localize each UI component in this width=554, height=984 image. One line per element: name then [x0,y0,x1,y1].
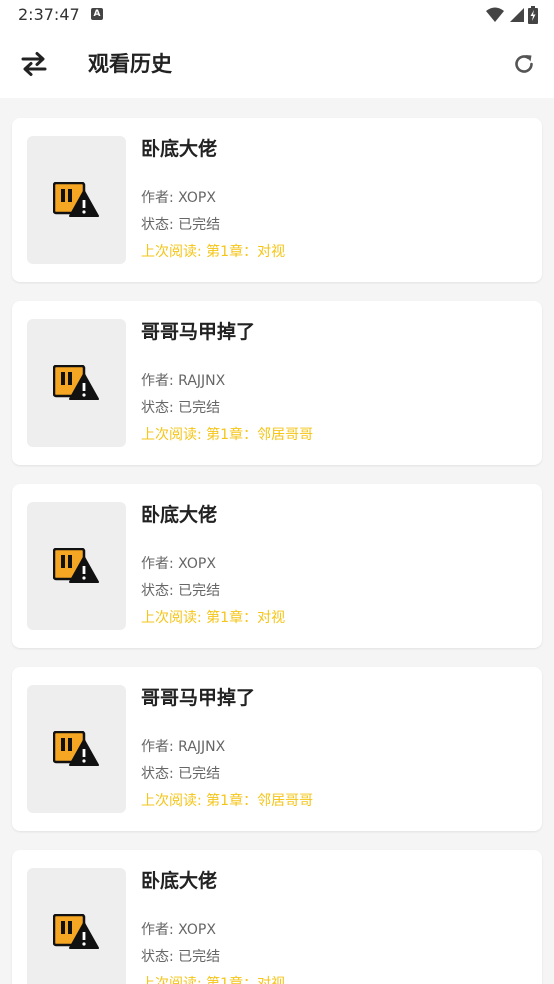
book-author: 作者: RAJJNX [141,739,226,755]
signal-icon [510,8,524,22]
cover-placeholder [27,868,126,984]
book-author: 作者: XOPX [141,190,216,206]
last-read-chapter: 上次阅读: 第1章：邻居哥哥 [141,793,314,809]
image-error-icon [53,914,99,949]
book-title: 卧底大佬 [141,138,218,160]
book-status: 状态: 已完结 [141,949,221,965]
status-icons [486,6,538,24]
battery-charging-icon [528,6,538,24]
book-title: 哥哥马甲掉了 [141,321,256,343]
last-read-chapter: 上次阅读: 第1章：对视 [141,610,286,626]
status-time: 2:37:47 [18,5,80,24]
refresh-icon[interactable] [512,52,536,76]
last-read-chapter: 上次阅读: 第1章：对视 [141,244,286,260]
cover-placeholder [27,685,126,813]
image-error-icon [53,182,99,217]
wifi-icon [486,7,504,22]
history-card[interactable]: 卧底大佬 作者: XOPX 状态: 已完结 上次阅读: 第1章：对视 [12,118,542,282]
image-error-icon [53,548,99,583]
cover-placeholder [27,319,126,447]
cover-placeholder [27,136,126,264]
history-card[interactable]: 卧底大佬 作者: XOPX 状态: 已完结 上次阅读: 第1章：对视 [12,484,542,648]
status-bar: 2:37:47 A [0,0,554,30]
swap-icon[interactable] [20,50,48,78]
image-error-icon [53,365,99,400]
book-title: 卧底大佬 [141,870,218,892]
book-status: 状态: 已完结 [141,400,221,416]
last-read-chapter: 上次阅读: 第1章：邻居哥哥 [141,427,314,443]
app-bar: 观看历史 [0,30,554,98]
book-author: 作者: RAJJNX [141,373,226,389]
book-status: 状态: 已完结 [141,217,221,233]
history-card[interactable]: 哥哥马甲掉了 作者: RAJJNX 状态: 已完结 上次阅读: 第1章：邻居哥哥 [12,667,542,831]
book-author: 作者: XOPX [141,922,216,938]
a-icon: A [91,8,103,20]
last-read-chapter: 上次阅读: 第1章：对视 [141,976,286,984]
image-error-icon [53,731,99,766]
history-list[interactable]: 卧底大佬 作者: XOPX 状态: 已完结 上次阅读: 第1章：对视 哥哥马甲掉… [0,98,554,984]
book-title: 卧底大佬 [141,504,218,526]
history-card[interactable]: 哥哥马甲掉了 作者: RAJJNX 状态: 已完结 上次阅读: 第1章：邻居哥哥 [12,301,542,465]
page-title: 观看历史 [88,52,172,76]
book-status: 状态: 已完结 [141,583,221,599]
book-status: 状态: 已完结 [141,766,221,782]
history-card[interactable]: 卧底大佬 作者: XOPX 状态: 已完结 上次阅读: 第1章：对视 [12,850,542,984]
cover-placeholder [27,502,126,630]
book-title: 哥哥马甲掉了 [141,687,256,709]
book-author: 作者: XOPX [141,556,216,572]
